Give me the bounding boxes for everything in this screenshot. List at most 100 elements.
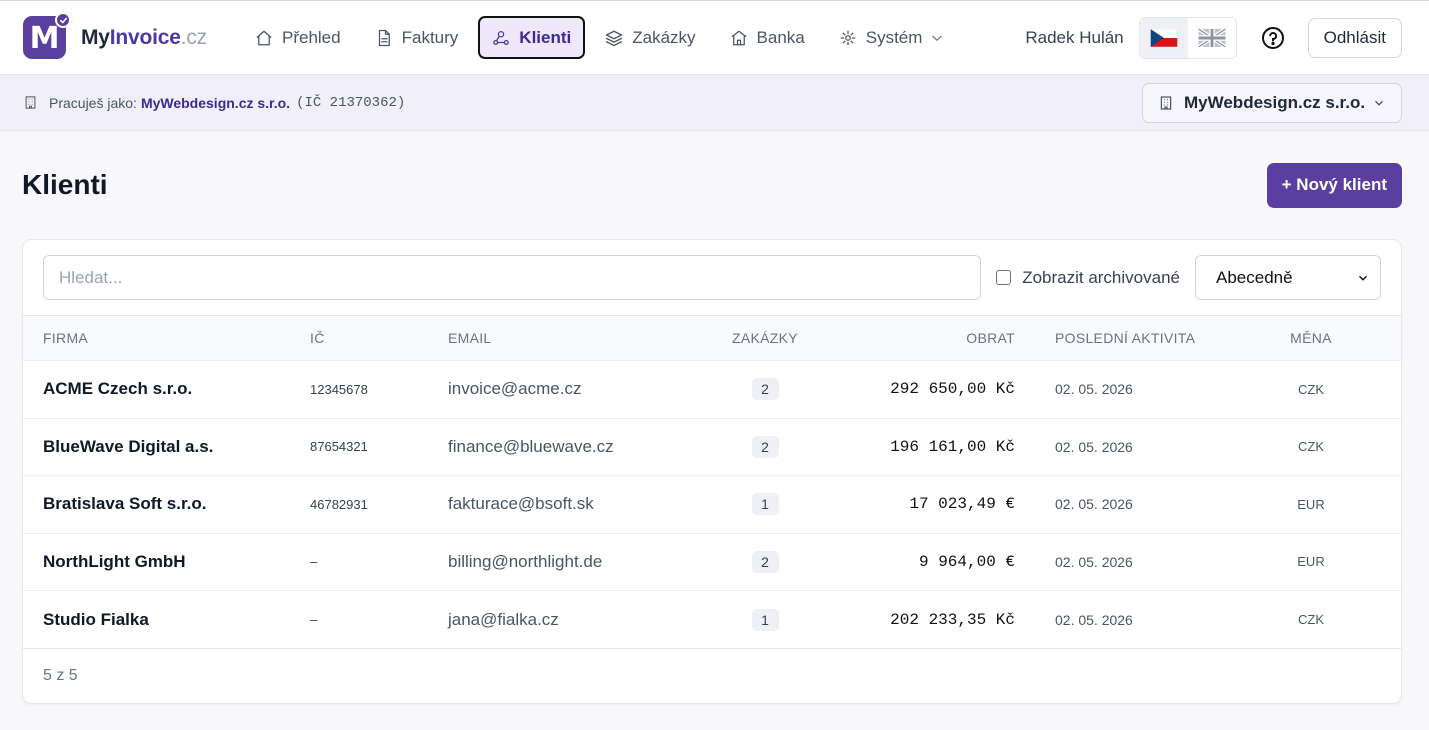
- col-header-mena[interactable]: MĚNA: [1233, 316, 1401, 361]
- uk-flag-icon: [1197, 28, 1226, 47]
- working-as-company: MyWebdesign.cz s.r.o.: [140, 94, 291, 111]
- col-header-email[interactable]: EMAIL: [448, 316, 690, 361]
- cell-mena: CZK: [1298, 381, 1324, 397]
- cell-aktivita: 02. 05. 2026: [1055, 438, 1133, 455]
- nav-item-label: Zakázky: [632, 27, 696, 47]
- context-bar: Pracuješ jako: MyWebdesign.cz s.r.o. (IČ…: [0, 75, 1429, 131]
- show-archived-checkbox[interactable]: [996, 270, 1012, 285]
- bank-icon: [731, 30, 746, 45]
- lang-cz[interactable]: [1139, 17, 1188, 58]
- page-title: Klienti: [22, 169, 108, 200]
- company-selector-value: MyWebdesign.cz s.r.o.: [1184, 92, 1366, 112]
- check-icon: [55, 12, 71, 28]
- table-row[interactable]: Studio Fialka – jana@fialka.cz 1 202 233…: [23, 590, 1401, 649]
- count-badge: 1: [751, 493, 779, 516]
- nav-item-faktury[interactable]: Faktury: [361, 16, 473, 59]
- col-header-aktivita[interactable]: POSLEDNÍ AKTIVITA: [1015, 316, 1233, 361]
- nav-item-klienti[interactable]: Klienti: [478, 16, 586, 59]
- cell-aktivita: 02. 05. 2026: [1055, 496, 1133, 513]
- header-right: Radek Hulán Odhlásit: [1025, 16, 1402, 59]
- cell-email: invoice@acme.cz: [448, 379, 582, 399]
- cell-aktivita: 02. 05. 2026: [1055, 611, 1133, 628]
- nav-item-label: Banka: [756, 27, 805, 47]
- nav-item-prehled[interactable]: Přehled: [241, 16, 355, 59]
- cell-ic: 87654321: [310, 439, 368, 455]
- new-client-button[interactable]: + Nový klient: [1266, 162, 1402, 208]
- nav-item-label: Přehled: [282, 27, 341, 47]
- home-icon: [256, 30, 272, 45]
- document-icon: [378, 29, 390, 46]
- cell-mena: CZK: [1298, 439, 1324, 455]
- building-icon: [1160, 95, 1172, 110]
- col-header-ic[interactable]: IČ: [310, 316, 448, 361]
- table-row[interactable]: BlueWave Digital a.s. 87654321 finance@b…: [23, 418, 1401, 476]
- gear-icon: [840, 30, 856, 45]
- cell-ic: –: [310, 612, 318, 627]
- building-icon: [25, 96, 36, 109]
- filters-bar: Zobrazit archivované Abecedně: [23, 240, 1401, 315]
- cell-firma[interactable]: ACME Czech s.r.o.: [23, 361, 310, 419]
- logo-mark: M: [23, 12, 71, 59]
- chevron-down-icon: [1375, 100, 1383, 106]
- clients-table: FIRMA IČ EMAIL ZAKÁZKY OBRAT POSLEDNÍ AK…: [23, 315, 1401, 648]
- count-badge: 2: [751, 435, 779, 458]
- chevron-down-icon: [1359, 275, 1367, 281]
- main-nav: Přehled Faktury Klienti Zakázky Banka Sy…: [241, 1, 964, 74]
- logo[interactable]: M MyInvoice.cz: [23, 12, 207, 59]
- cell-ic: 12345678: [310, 381, 368, 397]
- user-name: Radek Hulán: [1025, 27, 1124, 47]
- cell-obrat: 9 964,00 €: [918, 552, 1015, 571]
- sort-select-value: Abecedně: [1216, 267, 1293, 287]
- col-header-firma[interactable]: FIRMA: [23, 316, 310, 361]
- cell-zakazky: 1: [690, 591, 840, 649]
- col-header-obrat[interactable]: OBRAT: [840, 316, 1015, 361]
- sort-select[interactable]: Abecedně: [1195, 255, 1381, 300]
- working-as-ic: (IČ 21370362): [296, 94, 406, 111]
- cell-firma[interactable]: Bratislava Soft s.r.o.: [23, 476, 310, 534]
- working-as: Pracuješ jako: MyWebdesign.cz s.r.o. (IČ…: [23, 95, 405, 111]
- logo-text: MyInvoice.cz: [81, 26, 207, 50]
- cell-zakazky: 1: [690, 476, 840, 534]
- search-input[interactable]: [43, 255, 982, 300]
- nav-item-zakazky[interactable]: Zakázky: [591, 16, 709, 59]
- cell-ic: –: [310, 554, 318, 570]
- count-badge: 1: [751, 608, 779, 631]
- cell-obrat: 17 023,49 €: [909, 495, 1015, 514]
- cell-aktivita: 02. 05. 2026: [1055, 553, 1133, 570]
- nav-item-label: Klienti: [519, 27, 572, 47]
- nav-item-label: Faktury: [401, 27, 459, 47]
- count-badge: 2: [751, 550, 779, 573]
- cell-obrat: 202 233,35 Kč: [890, 610, 1015, 629]
- logout-button[interactable]: Odhlásit: [1307, 17, 1402, 58]
- users-icon: [493, 30, 510, 45]
- table-header-row: FIRMA IČ EMAIL ZAKÁZKY OBRAT POSLEDNÍ AK…: [23, 315, 1401, 361]
- cell-mena: EUR: [1297, 496, 1325, 512]
- logo-letter: M: [29, 20, 60, 56]
- company-selector[interactable]: MyWebdesign.cz s.r.o.: [1142, 82, 1402, 123]
- cell-obrat: 196 161,00 Kč: [890, 437, 1015, 456]
- help-icon[interactable]: [1261, 26, 1285, 50]
- cell-mena: CZK: [1298, 612, 1324, 627]
- pagination-count: 5 z 5: [23, 648, 1401, 703]
- cell-zakazky: 2: [690, 533, 840, 591]
- cell-firma[interactable]: NorthLight GmbH: [23, 533, 310, 591]
- lang-en[interactable]: [1188, 18, 1236, 58]
- show-archived-toggle[interactable]: Zobrazit archivované: [996, 268, 1180, 288]
- cell-firma[interactable]: Studio Fialka: [23, 591, 310, 649]
- col-header-zakazky[interactable]: ZAKÁZKY: [690, 316, 840, 361]
- cz-flag-icon: [1149, 28, 1178, 47]
- page-header: Klienti + Nový klient: [0, 131, 1429, 239]
- nav-item-banka[interactable]: Banka: [716, 16, 819, 59]
- chevron-down-icon: [932, 35, 943, 41]
- logo-text-invoice: Invoice: [109, 25, 181, 49]
- logo-text-my: My: [81, 25, 110, 49]
- layers-icon: [606, 30, 623, 46]
- table-row[interactable]: ACME Czech s.r.o. 12345678 invoice@acme.…: [23, 360, 1401, 419]
- cell-firma[interactable]: BlueWave Digital a.s.: [23, 418, 310, 476]
- table-row[interactable]: Bratislava Soft s.r.o. 46782931 fakturac…: [23, 475, 1401, 534]
- cell-zakazky: 2: [690, 361, 840, 419]
- logo-text-tld: .cz: [180, 25, 207, 49]
- table-row[interactable]: NorthLight GmbH – billing@northlight.de …: [23, 533, 1401, 591]
- cell-mena: EUR: [1297, 554, 1325, 570]
- nav-item-system[interactable]: Systém: [825, 16, 959, 59]
